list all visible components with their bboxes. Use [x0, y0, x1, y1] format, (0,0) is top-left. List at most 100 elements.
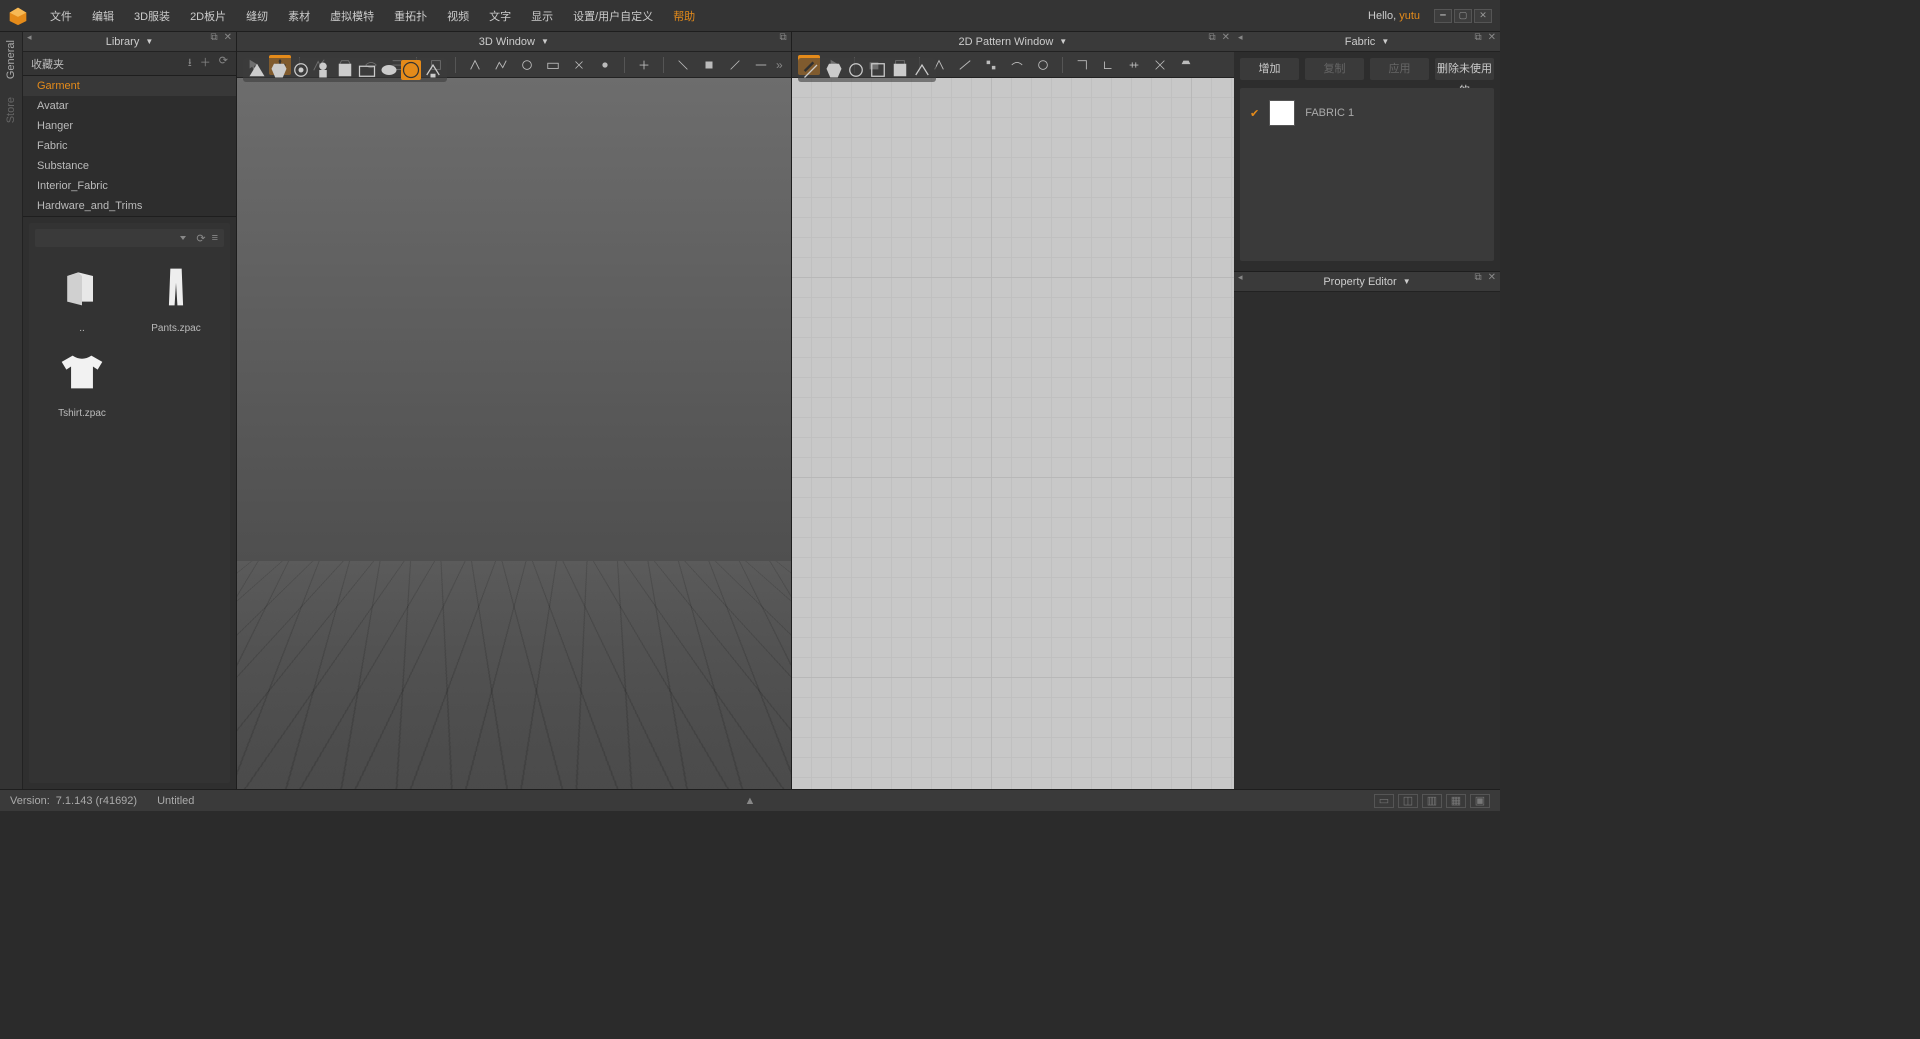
- fabric-close-icon[interactable]: ✕: [1488, 32, 1496, 43]
- fabric-checked-icon[interactable]: ✔: [1250, 107, 1259, 120]
- 2d-tool-14[interactable]: [1175, 55, 1197, 75]
- library-list-view-icon[interactable]: ≡: [212, 232, 218, 245]
- 3d-tool-10[interactable]: [516, 55, 538, 75]
- 2d-tool-9[interactable]: [1032, 55, 1054, 75]
- favorites-add-icon[interactable]: ＋: [200, 54, 211, 73]
- property-close-icon[interactable]: ✕: [1488, 272, 1496, 283]
- 2d-tool-13[interactable]: [1149, 55, 1171, 75]
- menu-sewing[interactable]: 缝纫: [236, 8, 278, 24]
- category-fabric[interactable]: Fabric: [23, 136, 236, 156]
- menu-text[interactable]: 文字: [479, 8, 521, 24]
- 3d-tool-14[interactable]: [633, 55, 655, 75]
- 3d-tool-18[interactable]: [750, 55, 772, 75]
- menu-avatar[interactable]: 虚拟模特: [320, 8, 384, 24]
- fabric-delete-unused-button[interactable]: 删除未使用的: [1435, 58, 1494, 80]
- layout-preset-1[interactable]: ▭: [1374, 794, 1394, 808]
- library-popout-icon[interactable]: ⧉: [210, 32, 217, 43]
- window-maximize-button[interactable]: ▢: [1454, 9, 1472, 23]
- 2d-tool-10[interactable]: [1071, 55, 1093, 75]
- menu-help[interactable]: 帮助: [663, 8, 705, 24]
- 2d-tool-12[interactable]: [1123, 55, 1145, 75]
- category-hardware-trims[interactable]: Hardware_and_Trims: [23, 196, 236, 216]
- 2d-disp-1[interactable]: [802, 60, 822, 80]
- 3d-disp-5[interactable]: [335, 60, 355, 80]
- 2d-tool-6[interactable]: [954, 55, 976, 75]
- layout-preset-2[interactable]: ◫: [1398, 794, 1418, 808]
- fabric-popout-icon[interactable]: ⧉: [1474, 32, 1481, 43]
- 3d-viewport[interactable]: [237, 78, 791, 789]
- library-collapse-left-icon[interactable]: ◂: [27, 32, 32, 43]
- 3d-toolbar-more-icon[interactable]: »: [776, 58, 785, 72]
- 3d-disp-9[interactable]: [423, 60, 443, 80]
- 2d-dropdown-icon[interactable]: ▼: [1059, 37, 1067, 46]
- 3d-disp-1[interactable]: [247, 60, 267, 80]
- category-hanger[interactable]: Hanger: [23, 116, 236, 136]
- 3d-tool-12[interactable]: [568, 55, 590, 75]
- library-item-tshirt[interactable]: Tshirt.zpac: [37, 342, 127, 419]
- side-tab-store[interactable]: Store: [3, 93, 19, 127]
- menu-retopo[interactable]: 重拓扑: [384, 8, 437, 24]
- category-interior-fabric[interactable]: Interior_Fabric: [23, 176, 236, 196]
- property-dropdown-icon[interactable]: ▼: [1403, 277, 1411, 286]
- menu-settings[interactable]: 设置/用户自定义: [563, 8, 663, 24]
- menu-display[interactable]: 显示: [521, 8, 563, 24]
- 2d-tool-8[interactable]: [1006, 55, 1028, 75]
- library-close-icon[interactable]: ✕: [224, 32, 232, 43]
- menu-materials[interactable]: 素材: [278, 8, 320, 24]
- fabric-item[interactable]: ✔ FABRIC 1: [1246, 94, 1488, 132]
- favorites-refresh-icon[interactable]: ⟳: [219, 54, 228, 73]
- 3d-disp-7[interactable]: [379, 60, 399, 80]
- menu-3d-garment[interactable]: 3D服装: [124, 8, 180, 24]
- 3d-disp-8[interactable]: [401, 60, 421, 80]
- category-substance[interactable]: Substance: [23, 156, 236, 176]
- 3d-tool-17[interactable]: [724, 55, 746, 75]
- 2d-close-icon[interactable]: ✕: [1222, 32, 1230, 43]
- 3d-disp-6[interactable]: [357, 60, 377, 80]
- layout-preset-4[interactable]: ▦: [1446, 794, 1466, 808]
- 3d-dropdown-icon[interactable]: ▼: [541, 37, 549, 46]
- status-expand-icon[interactable]: ▲: [745, 795, 756, 807]
- fabric-copy-button[interactable]: 复制: [1305, 58, 1364, 80]
- library-item-pants[interactable]: Pants.zpac: [131, 257, 221, 334]
- window-minimize-button[interactable]: ━: [1434, 9, 1452, 23]
- menu-file[interactable]: 文件: [40, 8, 82, 24]
- 3d-popout-icon[interactable]: ⧉: [780, 32, 787, 43]
- 3d-tool-13[interactable]: [594, 55, 616, 75]
- 3d-tool-15[interactable]: [672, 55, 694, 75]
- 2d-viewport[interactable]: [792, 78, 1234, 789]
- 2d-disp-3[interactable]: [846, 60, 866, 80]
- menu-video[interactable]: 视频: [437, 8, 479, 24]
- fabric-apply-button[interactable]: 应用: [1370, 58, 1429, 80]
- breadcrumb-dropdown-icon[interactable]: [180, 236, 186, 240]
- 2d-popout-icon[interactable]: ⧉: [1208, 32, 1215, 43]
- library-dropdown-icon[interactable]: ▼: [145, 37, 153, 46]
- menu-edit[interactable]: 编辑: [82, 8, 124, 24]
- library-refresh-icon[interactable]: ⟳: [196, 232, 205, 245]
- 3d-disp-2[interactable]: [269, 60, 289, 80]
- side-tab-general[interactable]: General: [3, 36, 19, 83]
- library-item-up[interactable]: ..: [37, 257, 127, 334]
- property-popout-icon[interactable]: ⧉: [1474, 272, 1481, 283]
- property-collapse-icon[interactable]: ◂: [1238, 272, 1243, 283]
- layout-preset-5[interactable]: ▣: [1470, 794, 1490, 808]
- fabric-add-button[interactable]: 增加: [1240, 58, 1299, 80]
- 2d-disp-5[interactable]: [890, 60, 910, 80]
- window-close-button[interactable]: ✕: [1474, 9, 1492, 23]
- 2d-tool-7[interactable]: [980, 55, 1002, 75]
- fabric-dropdown-icon[interactable]: ▼: [1381, 37, 1389, 46]
- 3d-tool-16[interactable]: [698, 55, 720, 75]
- 2d-disp-6[interactable]: [912, 60, 932, 80]
- 2d-disp-4[interactable]: [868, 60, 888, 80]
- 3d-disp-4[interactable]: [313, 60, 333, 80]
- category-avatar[interactable]: Avatar: [23, 96, 236, 116]
- 3d-tool-9[interactable]: [490, 55, 512, 75]
- 2d-tool-11[interactable]: [1097, 55, 1119, 75]
- fabric-swatch[interactable]: [1269, 100, 1295, 126]
- layout-preset-3[interactable]: ▥: [1422, 794, 1442, 808]
- 3d-tool-8[interactable]: [464, 55, 486, 75]
- menu-2d-pattern[interactable]: 2D板片: [180, 8, 236, 24]
- favorites-download-icon[interactable]: ⭳: [188, 54, 192, 73]
- category-garment[interactable]: Garment: [23, 76, 236, 96]
- 3d-tool-11[interactable]: [542, 55, 564, 75]
- fabric-collapse-icon[interactable]: ◂: [1238, 32, 1243, 43]
